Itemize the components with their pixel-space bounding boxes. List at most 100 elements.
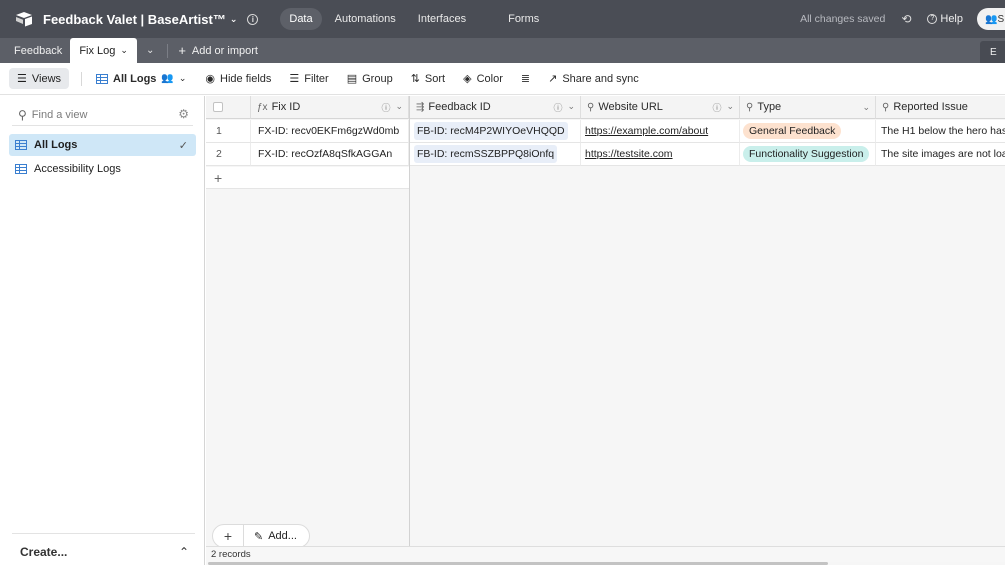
frozen-column-divider: [409, 96, 410, 565]
bottom-add-actions: + ✎ Add...: [212, 524, 310, 548]
base-logo-icon[interactable]: [15, 11, 33, 27]
help-button[interactable]: ? Help: [927, 13, 963, 25]
table-row[interactable]: 1 FX-ID: recv0EKFm6gzWd0mb FB-ID: recM4P…: [206, 120, 1005, 144]
views-label: Views: [31, 72, 62, 85]
tab-feedback[interactable]: Feedback: [0, 38, 70, 63]
find-view-input[interactable]: Find a view: [32, 109, 88, 121]
column-header-label: Type: [757, 101, 782, 113]
current-view-button[interactable]: All Logs 👥 ⌄: [96, 73, 186, 85]
nav-forms[interactable]: Forms: [499, 8, 548, 30]
column-header-label: Fix ID: [271, 101, 301, 113]
create-view-section[interactable]: Create... ⌃: [12, 533, 195, 559]
website-url-link[interactable]: https://example.com/about: [585, 125, 708, 137]
nav-data[interactable]: Data: [280, 8, 322, 30]
type-cell[interactable]: Functionality Suggestion: [740, 143, 876, 166]
select-all-checkbox[interactable]: [213, 102, 223, 112]
reported-issue-cell[interactable]: The H1 below the hero has a: [876, 120, 1005, 143]
filter-button[interactable]: ☰ Filter: [289, 72, 328, 86]
reported-issue-value: The H1 below the hero has a: [881, 125, 1005, 137]
linked-record-chip[interactable]: FB-ID: recmSSZBPPQ8iOnfq: [414, 145, 558, 163]
history-icon[interactable]: ⟲: [901, 12, 911, 26]
row-height-icon[interactable]: ≣: [521, 72, 530, 85]
type-cell[interactable]: General Feedback: [740, 120, 876, 143]
tab-fix-log-label: Fix Log: [79, 44, 116, 57]
column-header-label: Website URL: [598, 101, 663, 113]
feedback-id-cell[interactable]: FB-ID: recmSSZBPPQ8iOnfq: [410, 143, 581, 166]
grid-view-icon: [96, 73, 109, 84]
chevron-down-icon[interactable]: ⌄: [567, 101, 575, 114]
chevron-down-icon[interactable]: ⌄: [120, 45, 128, 56]
nav-automations[interactable]: Automations: [326, 8, 405, 30]
sidebar-view-label: All Logs: [34, 139, 78, 151]
lookup-icon: ⚲: [882, 101, 890, 113]
hide-fields-button[interactable]: ◉ Hide fields: [205, 72, 271, 86]
fix-id-value: FX-ID: recOzfA8qSfkAGGAn: [258, 148, 393, 160]
column-header-label: Feedback ID: [428, 101, 491, 113]
website-url-cell[interactable]: https://testsite.com: [581, 143, 740, 166]
chevron-down-icon[interactable]: ⌄: [395, 101, 403, 114]
share-sync-button[interactable]: ↗ Share and sync: [548, 72, 639, 86]
collaborators-icon[interactable]: 👥: [161, 73, 173, 84]
add-record-button[interactable]: +: [213, 525, 244, 547]
external-link-icon: ↗: [548, 73, 558, 85]
all-tables-chevron-icon[interactable]: ⌄: [137, 38, 163, 63]
save-status: All changes saved: [800, 13, 886, 25]
filter-icon: ☰: [289, 73, 300, 85]
find-view-search[interactable]: ⚲ Find a view ⚙: [12, 104, 193, 126]
info-icon[interactable]: ⓘ: [381, 101, 390, 114]
grid-view-icon: [15, 164, 27, 174]
chevron-up-icon[interactable]: ⌃: [179, 545, 189, 559]
chevron-down-icon[interactable]: ⌄: [862, 102, 870, 113]
sidebar-view-label: Accessibility Logs: [34, 163, 121, 175]
chevron-down-icon: ⌄: [229, 13, 238, 24]
add-record-row[interactable]: +: [206, 167, 409, 189]
extensions-tab[interactable]: E: [980, 41, 1005, 63]
chevron-down-icon[interactable]: ⌄: [726, 101, 734, 114]
tab-fix-log[interactable]: Fix Log ⌄: [70, 38, 137, 63]
chevron-down-icon[interactable]: ⌄: [179, 73, 187, 84]
add-import-label: Add or import: [191, 44, 258, 57]
column-header-website-url[interactable]: ⚲ Website URL ⓘ ⌄: [581, 96, 740, 119]
gear-icon[interactable]: ⚙: [178, 107, 189, 121]
reported-issue-value: The site images are not load: [881, 148, 1005, 160]
fix-id-cell[interactable]: FX-ID: recv0EKFm6gzWd0mb: [251, 120, 409, 143]
tab-divider: [167, 43, 169, 58]
add-or-import-button[interactable]: + Add or import: [172, 38, 258, 63]
fix-id-cell[interactable]: FX-ID: recOzfA8qSfkAGGAn: [251, 143, 409, 166]
color-button[interactable]: ◈ Color: [463, 72, 503, 86]
website-url-cell[interactable]: https://example.com/about: [581, 120, 740, 143]
create-label: Create...: [20, 545, 68, 559]
type-tag: General Feedback: [743, 123, 842, 139]
sort-button[interactable]: ⇅ Sort: [410, 72, 445, 86]
feedback-id-cell[interactable]: FB-ID: recM4P2WIYOeVHQQD: [410, 120, 581, 143]
table-row[interactable]: 2 FX-ID: recOzfA8qSfkAGGAn FB-ID: recmSS…: [206, 143, 1005, 167]
record-count: 2 records: [206, 546, 1005, 562]
info-icon[interactable]: ⓘ: [712, 101, 721, 114]
paint-bucket-icon: ◈: [463, 73, 472, 85]
info-icon[interactable]: i: [247, 13, 259, 25]
reported-issue-cell[interactable]: The site images are not load: [876, 143, 1005, 166]
add-more-button[interactable]: ✎ Add...: [244, 530, 309, 543]
question-icon: ?: [927, 14, 938, 24]
nav-interfaces[interactable]: Interfaces: [409, 8, 475, 30]
column-header-reported-issue[interactable]: ⚲ Reported Issue: [876, 96, 1005, 119]
share-button[interactable]: 👥 S: [977, 8, 1005, 30]
column-header-feedback-id[interactable]: ⇶ Feedback ID ⓘ ⌄: [410, 96, 581, 119]
share-sync-label: Share and sync: [562, 72, 639, 85]
sidebar-view-all-logs[interactable]: All Logs ✓: [9, 134, 196, 156]
eye-slash-icon: ◉: [205, 73, 216, 85]
base-name-menu[interactable]: Feedback Valet | BaseArtist™ ⌄ i: [43, 11, 259, 27]
column-header-type[interactable]: ⚲ Type ⌄: [740, 96, 876, 119]
sidebar-view-accessibility-logs[interactable]: Accessibility Logs: [9, 158, 196, 180]
plus-icon: +: [214, 169, 223, 186]
website-url-link[interactable]: https://testsite.com: [585, 148, 673, 160]
info-icon[interactable]: ⓘ: [553, 101, 562, 114]
sort-icon: ⇅: [410, 73, 420, 85]
base-name: Feedback Valet | BaseArtist™: [43, 11, 226, 27]
linked-record-chip[interactable]: FB-ID: recM4P2WIYOeVHQQD: [414, 122, 568, 140]
row-number: 1: [206, 120, 251, 143]
views-toggle-button[interactable]: ☰ Views: [9, 68, 70, 89]
view-toolbar: ☰ Views All Logs 👥 ⌄ ◉ Hide fields ☰ Fil…: [0, 63, 1005, 95]
column-header-fix-id[interactable]: ƒx Fix ID ⓘ ⌄: [251, 96, 409, 119]
group-button[interactable]: ▤ Group: [347, 72, 393, 86]
